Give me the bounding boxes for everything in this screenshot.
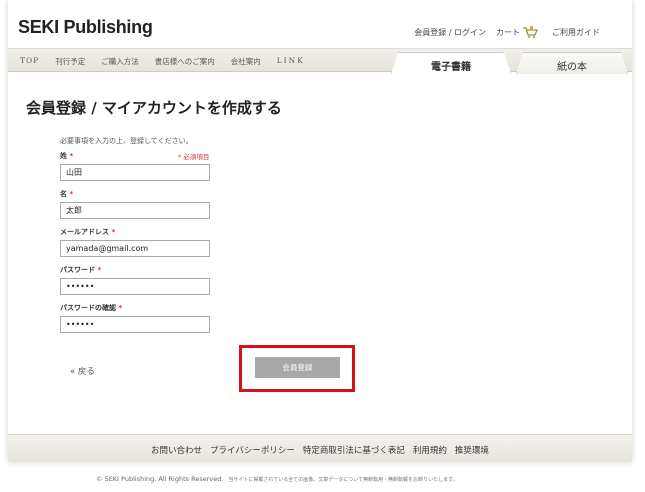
footer-terms[interactable]: 利用規約	[413, 444, 447, 456]
back-link[interactable]: « 戻る	[70, 365, 95, 377]
last-name-label: 姓 * * 必須項目	[60, 151, 220, 161]
registration-form: 必要事項を入力の上、登録してください。 姓 * * 必須項目 名 * メールアド…	[60, 136, 220, 333]
required-mark: *	[118, 304, 123, 312]
required-mark: *	[97, 266, 102, 274]
nav-company[interactable]: 会社案内	[231, 56, 261, 67]
required-mark: *	[69, 190, 74, 198]
nav-how-to-buy[interactable]: ご購入方法	[101, 56, 139, 67]
required-mark: *	[69, 152, 74, 160]
password-confirm-label: パスワードの確認 *	[60, 303, 220, 313]
first-name-input[interactable]	[60, 202, 210, 219]
cart-label: カート	[496, 27, 520, 37]
page: SEKI Publishing 会員登録 / ログイン カート ご利用ガイド T…	[8, 0, 632, 462]
last-name-label-text: 姓	[60, 152, 67, 160]
nav-for-bookstores[interactable]: 書店様へのご案内	[155, 56, 215, 67]
first-name-label-text: 名	[60, 190, 67, 198]
cart-link[interactable]: カート	[496, 26, 538, 38]
footer-environment[interactable]: 推奨環境	[455, 444, 489, 456]
copyright-notice: 当サイトに掲載されている全ての画像、文章データについて無断転用・無断転載をお断り…	[228, 476, 458, 483]
footer-privacy[interactable]: プライバシーポリシー	[210, 444, 295, 456]
nav-link[interactable]: LINK	[277, 56, 305, 67]
first-name-label: 名 *	[60, 189, 220, 199]
password-label-text: パスワード	[60, 266, 95, 274]
copyright: © SEKI Publishing. All Rights Reserved. …	[96, 475, 458, 483]
site-logo[interactable]: SEKI Publishing	[18, 17, 153, 38]
footer-contact[interactable]: お問い合わせ	[151, 444, 202, 456]
login-link[interactable]: 会員登録 / ログイン	[414, 27, 486, 38]
email-label-text: メールアドレス	[60, 228, 109, 236]
tab-ebook[interactable]: 電子書籍	[391, 52, 511, 74]
copyright-text: © SEKI Publishing. All Rights Reserved.	[96, 475, 224, 483]
password-label: パスワード *	[60, 265, 220, 275]
email-label: メールアドレス *	[60, 227, 220, 237]
tab-paper-book[interactable]: 紙の本	[516, 52, 628, 74]
main-nav: TOP 刊行予定 ご購入方法 書店様へのご案内 会社案内 LINK 電子書籍 紙…	[8, 48, 632, 74]
page-title: 会員登録 / マイアカウントを作成する	[26, 99, 282, 117]
required-mark: *	[111, 228, 116, 236]
top-links: 会員登録 / ログイン カート ご利用ガイド	[414, 26, 600, 38]
nav-top[interactable]: TOP	[20, 56, 39, 67]
required-note: * 必須項目	[178, 153, 210, 161]
password-confirm-label-text: パスワードの確認	[60, 304, 116, 312]
email-input[interactable]	[60, 240, 210, 257]
register-button[interactable]: 会員登録	[255, 357, 340, 378]
site-footer: お問い合わせ プライバシーポリシー 特定商取引法に基づく表記 利用規約 推奨環境	[8, 434, 632, 462]
guide-link[interactable]: ご利用ガイド	[552, 27, 600, 38]
password-input[interactable]	[60, 278, 210, 295]
password-confirm-input[interactable]	[60, 316, 210, 333]
form-intro: 必要事項を入力の上、登録してください。	[60, 137, 193, 145]
footer-commerce-law[interactable]: 特定商取引法に基づく表記	[303, 444, 405, 456]
last-name-input[interactable]	[60, 164, 210, 181]
cart-icon	[523, 26, 538, 38]
site-header: SEKI Publishing 会員登録 / ログイン カート ご利用ガイド	[8, 0, 632, 48]
nav-upcoming[interactable]: 刊行予定	[55, 56, 85, 67]
nav-links: TOP 刊行予定 ご購入方法 書店様へのご案内 会社案内 LINK	[20, 56, 321, 67]
footer-links: お問い合わせ プライバシーポリシー 特定商取引法に基づく表記 利用規約 推奨環境	[151, 444, 497, 456]
